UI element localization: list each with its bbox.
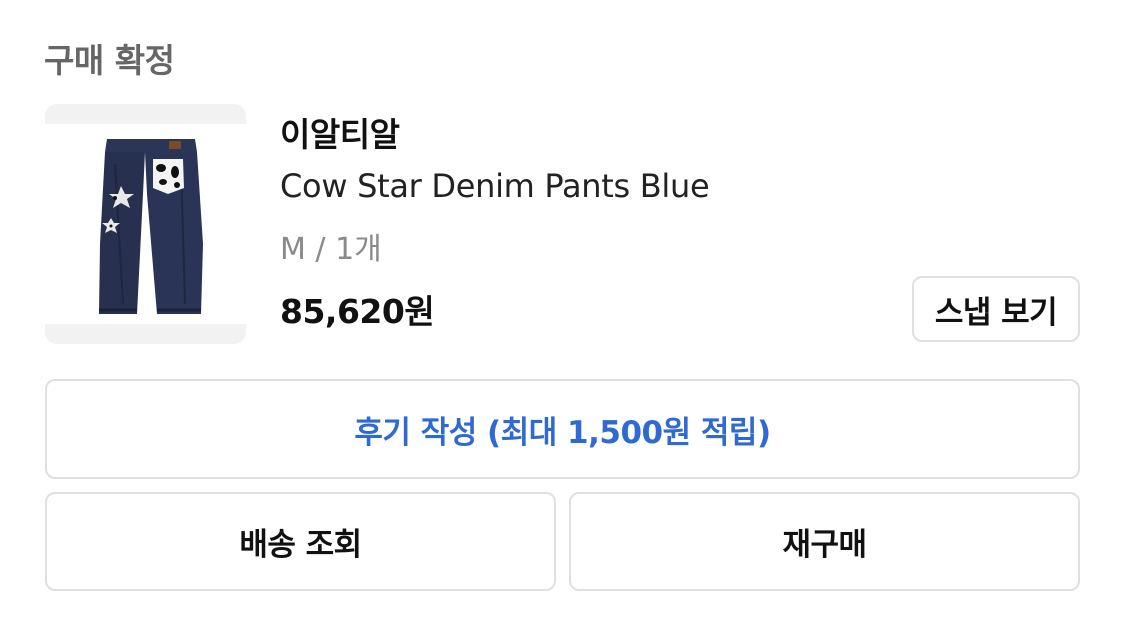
product-name[interactable]: Cow Star Denim Pants Blue xyxy=(280,167,710,205)
write-review-button[interactable]: 후기 작성 (최대 1,500원 적립) xyxy=(45,379,1080,479)
product-option: M / 1개 xyxy=(280,232,382,267)
view-snap-button[interactable]: 스냅 보기 xyxy=(912,276,1080,342)
product-thumbnail[interactable] xyxy=(45,104,246,344)
product-brand[interactable]: 이알티알 xyxy=(280,108,400,156)
order-status-label: 구매 확정 xyxy=(44,41,175,80)
denim-pants-icon xyxy=(99,139,203,314)
product-price: 85,620원 xyxy=(280,292,435,331)
track-delivery-button[interactable]: 배송 조회 xyxy=(45,492,556,591)
rebuy-button[interactable]: 재구매 xyxy=(569,492,1080,591)
product-image xyxy=(45,124,246,324)
